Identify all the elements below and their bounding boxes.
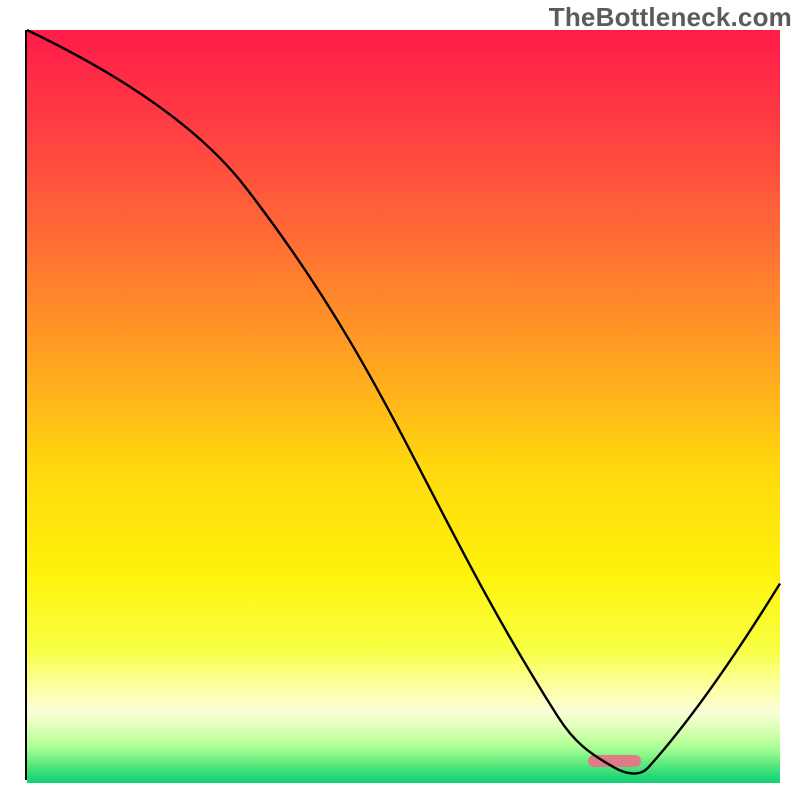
plot-area [25,30,780,780]
chart-container: TheBottleneck.com [0,0,800,800]
bottleneck-curve [27,30,780,778]
watermark-label: TheBottleneck.com [549,2,792,33]
